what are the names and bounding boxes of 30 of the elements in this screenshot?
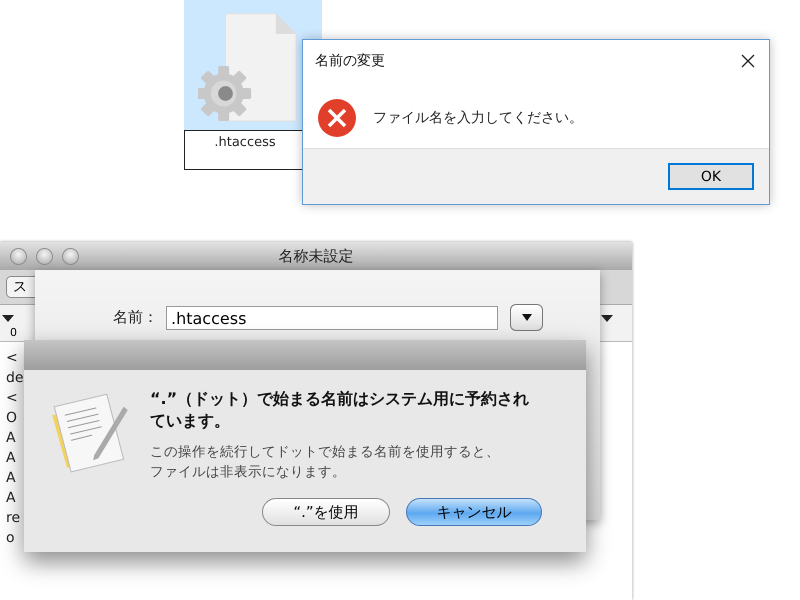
close-button[interactable] [739,52,757,70]
document-text: A [6,449,16,468]
triangle-down-icon [522,314,532,321]
cancel-button[interactable]: キャンセル [406,498,542,526]
name-field[interactable]: .htaccess [166,306,498,330]
ruler-label: 0 [10,326,17,339]
ok-button[interactable]: OK [668,163,754,190]
tab-stop-icon [601,315,613,322]
window-title: 名称未設定 [278,246,354,266]
alert-heading: “.”（ドット）で始まる名前はシステム用に予約されています。 [150,388,530,432]
window-control-button[interactable] [10,248,27,265]
window-control-button[interactable] [36,248,53,265]
alert-message: この操作を続行してドットで始まる名前を使用すると、ファイルは非表示になります。 [150,443,501,482]
document-text: re [6,509,20,528]
document-text: A [6,429,16,448]
error-message: ファイル名を入力してください。 [373,108,583,126]
document-text: < [6,349,18,368]
use-button[interactable]: “.”を使用 [262,498,390,526]
document-text: A [6,469,16,488]
name-label: 名前： [113,308,158,327]
close-icon [741,54,755,68]
expand-button[interactable] [510,304,543,331]
tab-stop-icon [2,315,14,322]
document-text: o [6,529,15,548]
document-text: O [6,409,18,428]
window-control-button[interactable] [62,248,79,265]
error-icon [317,98,357,138]
document-text: < [6,389,18,408]
document-text: A [6,489,16,508]
document-text: de [6,369,24,388]
